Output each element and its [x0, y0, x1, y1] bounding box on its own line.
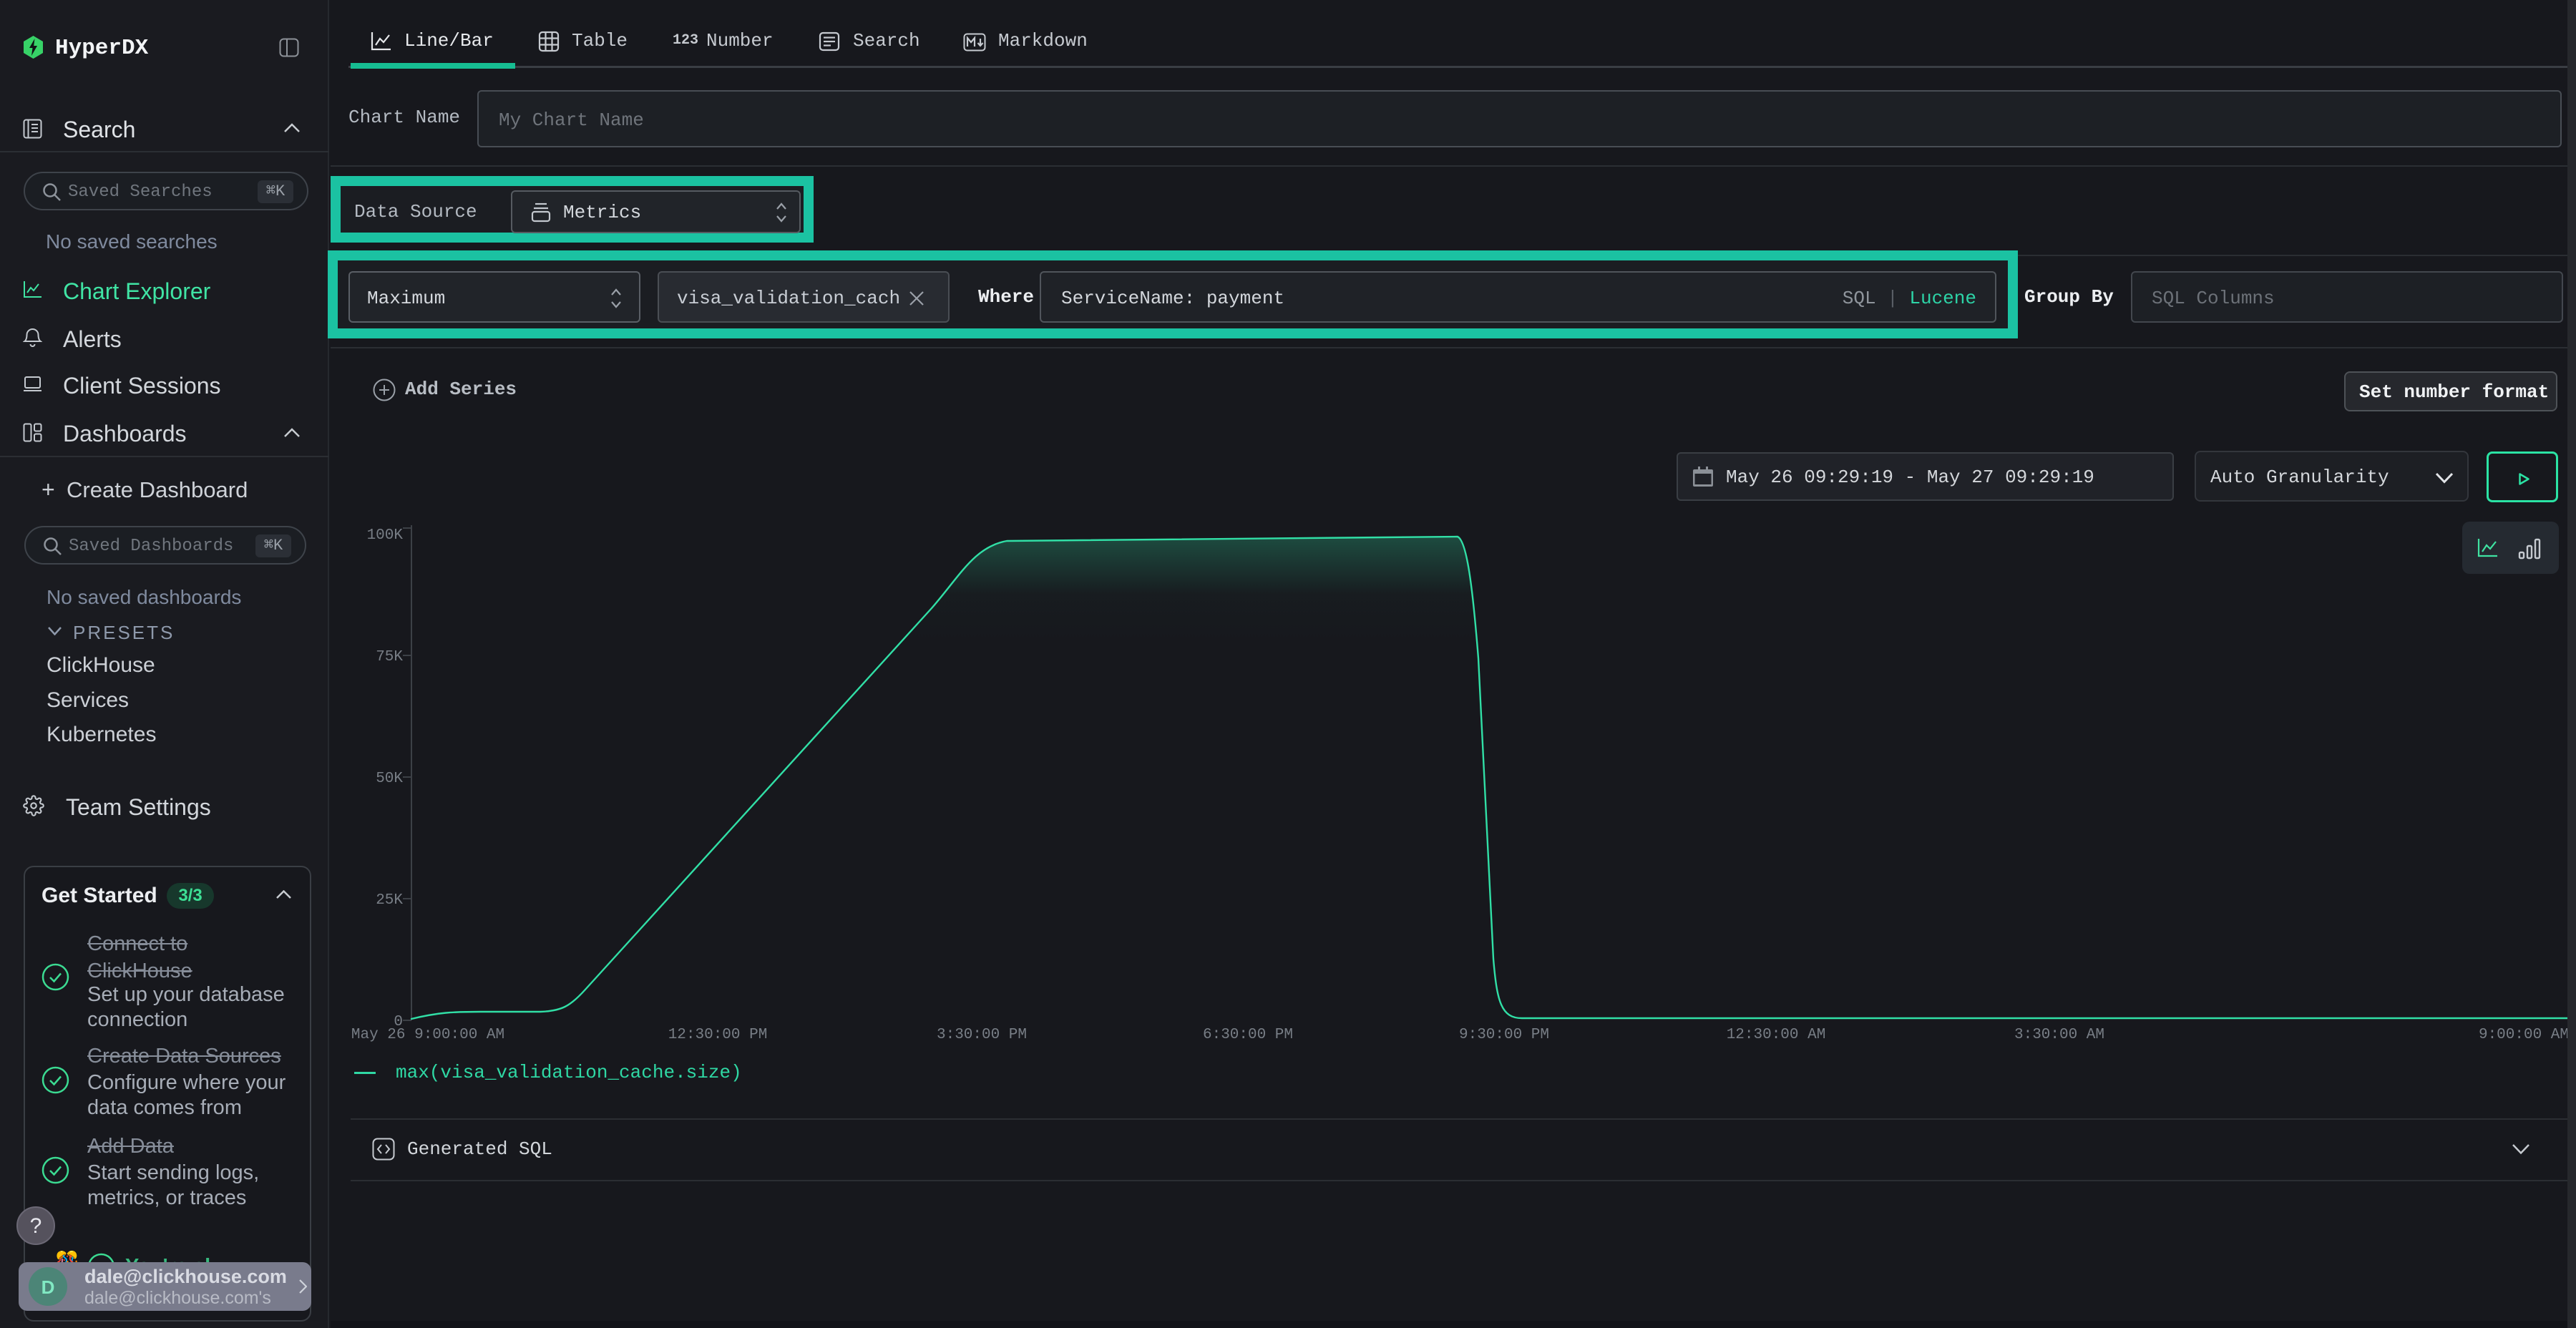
svg-text:3:30:00 AM: 3:30:00 AM	[2014, 1027, 2104, 1043]
svg-text:25K: 25K	[376, 892, 403, 909]
svg-text:3:30:00 PM: 3:30:00 PM	[937, 1027, 1027, 1043]
svg-text:75K: 75K	[376, 649, 403, 665]
svg-text:9:30:00 PM: 9:30:00 PM	[1459, 1027, 1549, 1043]
svg-text:100K: 100K	[367, 527, 404, 544]
svg-text:50K: 50K	[376, 771, 403, 787]
svg-text:12:30:00 PM: 12:30:00 PM	[668, 1027, 768, 1043]
svg-text:9:00:00 AM: 9:00:00 AM	[2479, 1027, 2569, 1043]
svg-text:6:30:00 PM: 6:30:00 PM	[1203, 1027, 1293, 1043]
svg-text:May 26 9:00:00 AM: May 26 9:00:00 AM	[351, 1027, 504, 1043]
svg-text:12:30:00 AM: 12:30:00 AM	[1727, 1027, 1826, 1043]
